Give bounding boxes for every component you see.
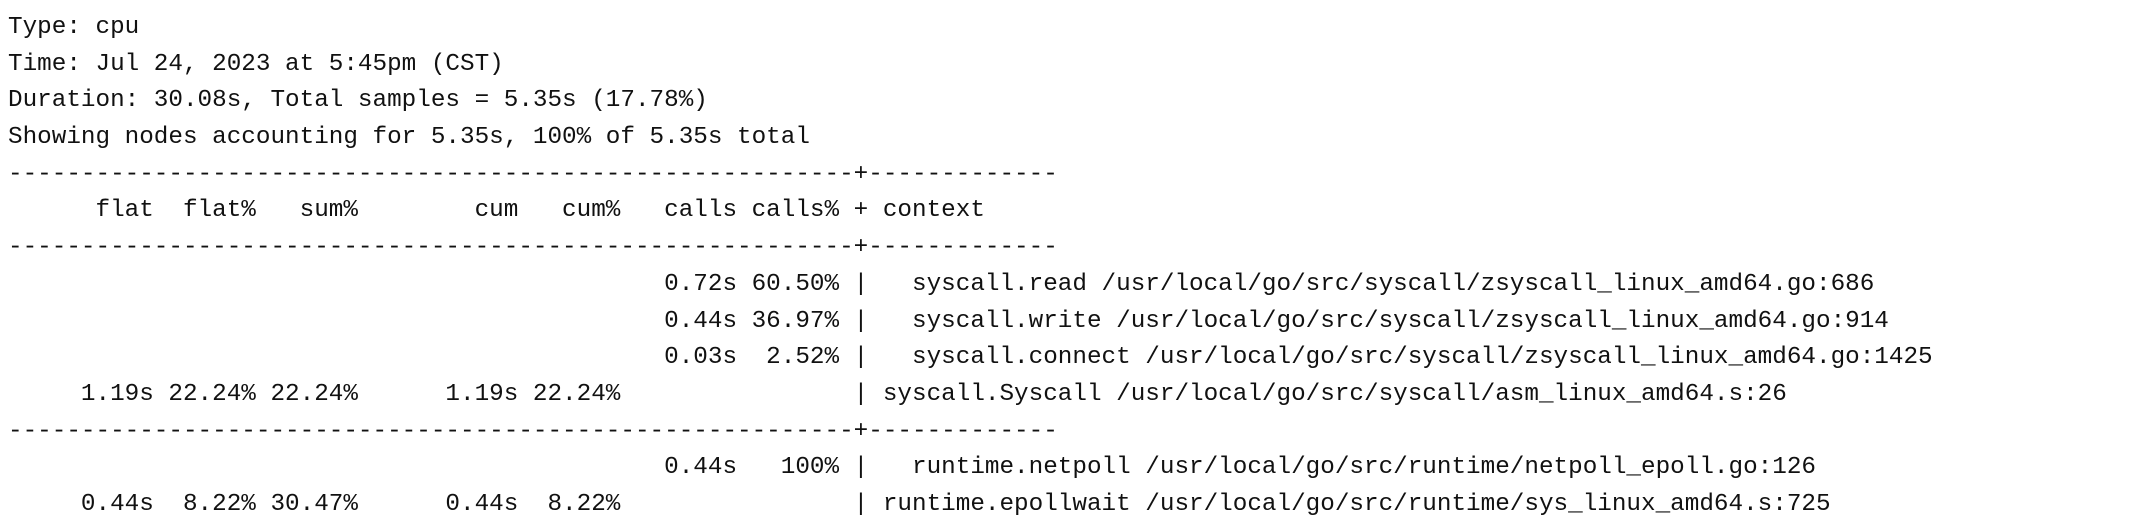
table-row: 0.03s 2.52% | syscall.connect /usr/local…	[8, 344, 1933, 372]
profile-time: Time: Jul 24, 2023 at 5:45pm (CST)	[8, 50, 504, 78]
terminal-output: Type: cpu Time: Jul 24, 2023 at 5:45pm (…	[8, 0, 2136, 524]
table-column-header: flat flat% sum% cum cum% calls calls% + …	[8, 197, 985, 225]
table-row: 0.44s 8.22% 30.47% 0.44s 8.22% | runtime…	[8, 490, 1831, 518]
table-separator: ----------------------------------------…	[8, 160, 1058, 188]
table-row: 0.44s 36.97% | syscall.write /usr/local/…	[8, 307, 1889, 335]
table-row: 0.72s 60.50% | syscall.read /usr/local/g…	[8, 270, 1875, 298]
table-separator: ----------------------------------------…	[8, 234, 1058, 262]
table-row: 0.44s 100% | runtime.netpoll /usr/local/…	[8, 454, 1816, 482]
profile-type: Type: cpu	[8, 14, 140, 41]
table-row: 1.19s 22.24% 22.24% 1.19s 22.24% | sysca…	[8, 380, 1787, 408]
clipped-previous-line	[8, 0, 2136, 10]
profile-duration: Duration: 30.08s, Total samples = 5.35s …	[8, 87, 708, 115]
profile-summary: Showing nodes accounting for 5.35s, 100%…	[8, 124, 810, 152]
table-separator: ----------------------------------------…	[8, 417, 1058, 445]
